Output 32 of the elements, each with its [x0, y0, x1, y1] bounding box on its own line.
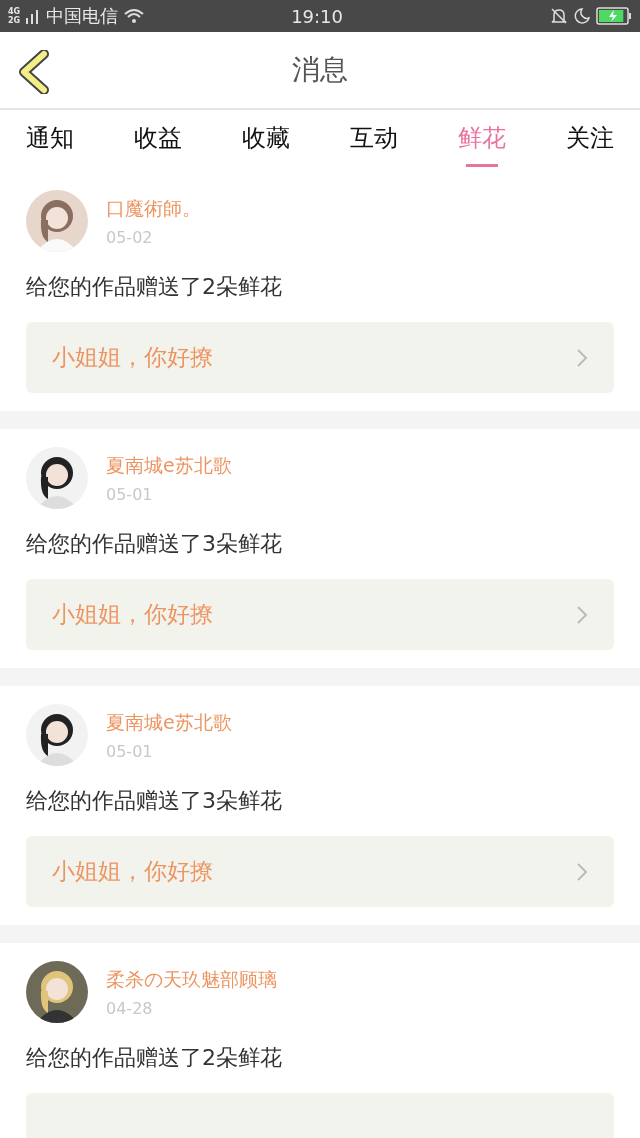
signal-icon — [26, 8, 41, 24]
clock: 19:10 — [290, 5, 344, 27]
chevron-right-icon — [576, 861, 588, 882]
user-name[interactable]: 夏南城e苏北歌 — [106, 709, 232, 736]
network-label: 4G — [8, 7, 21, 16]
user-name[interactable]: 柔杀の天玖魅部顾璃 — [106, 966, 277, 993]
tab[interactable]: 鲜花 — [458, 110, 506, 176]
tab[interactable]: 收藏 — [242, 110, 290, 176]
carrier-name: 中国电信 — [46, 4, 119, 28]
work-link[interactable]: 小姐姐，你好撩 — [26, 322, 614, 393]
work-link[interactable]: 小姐姐，你好撩 — [26, 579, 614, 650]
user-name[interactable]: 夏南城e苏北歌 — [106, 452, 232, 479]
battery-icon — [596, 7, 632, 25]
moon-icon — [574, 7, 590, 25]
message-text: 给您的作品赠送了3朵鲜花 — [26, 787, 283, 815]
bell-off-icon — [550, 7, 568, 25]
tab[interactable]: 互动 — [350, 110, 398, 176]
chevron-right-icon — [576, 604, 588, 625]
message-text: 给您的作品赠送了3朵鲜花 — [26, 530, 283, 558]
work-link[interactable]: 小姐姐，你好撩 — [26, 836, 614, 907]
tab[interactable]: 关注 — [566, 110, 614, 176]
back-icon[interactable] — [18, 50, 50, 94]
tab[interactable]: 收益 — [134, 110, 182, 176]
tab-underline — [466, 164, 498, 167]
message-text: 给您的作品赠送了2朵鲜花 — [26, 1044, 283, 1072]
wifi-icon — [124, 8, 145, 24]
message-text: 给您的作品赠送了2朵鲜花 — [26, 273, 283, 301]
network-label: 2G — [8, 16, 21, 25]
page-title: 消息 — [292, 52, 348, 88]
tab[interactable]: 通知 — [26, 110, 74, 176]
chevron-right-icon — [576, 347, 588, 368]
user-name[interactable]: 口魔術師。 — [106, 195, 201, 222]
